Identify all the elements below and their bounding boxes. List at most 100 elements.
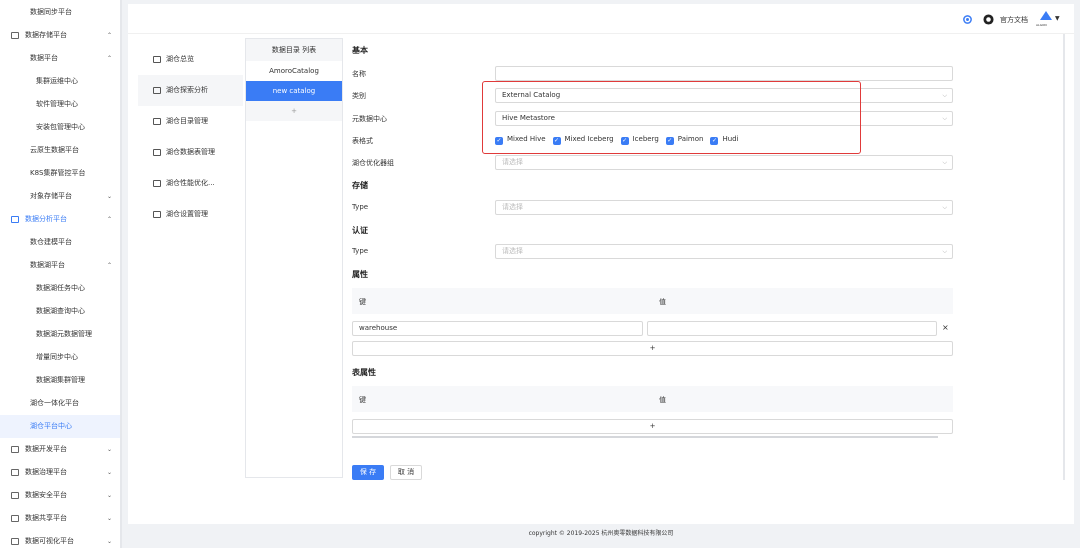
catalog-item-amoro[interactable]: AmoroCatalog [246, 61, 342, 81]
lakehouse-nav-label: 湖仓探索分析 [166, 86, 208, 94]
lakehouse-nav-label: 湖仓目录管理 [166, 117, 208, 125]
add-catalog-button[interactable]: + [246, 101, 342, 121]
lakehouse-nav-label: 湖仓性能优化... [166, 179, 215, 187]
sidebar-item[interactable]: 数据安全平台 ⌄ [0, 484, 122, 507]
chevron-down-icon[interactable]: ⌄ [107, 507, 112, 530]
lakehouse-nav-item[interactable]: 湖仓性能优化... [138, 168, 243, 199]
sidebar-item-label: 数据同步平台 [30, 8, 72, 16]
lakehouse-nav-item[interactable]: 湖仓设置管理 [138, 199, 243, 230]
docs-link[interactable]: 官方文档 [1000, 15, 1028, 25]
chevron-down-icon[interactable]: ⌄ [107, 484, 112, 507]
sidebar-item[interactable]: 数据湖元数据管理 [0, 323, 122, 346]
remove-property-icon[interactable]: × [942, 323, 949, 332]
sidebar-item-label: 数据湖任务中心 [36, 284, 85, 292]
chevron-down-icon[interactable]: ⌄ [107, 185, 112, 208]
sidebar-item[interactable]: 数据湖平台 ⌃ [0, 254, 122, 277]
sidebar-item[interactable]: 软件管理中心 [0, 93, 122, 116]
github-icon[interactable] [983, 14, 994, 25]
chevron-down-icon[interactable]: ⌄ [107, 461, 112, 484]
chevron-up-icon[interactable]: ⌃ [107, 24, 112, 47]
sidebar-item[interactable]: 湖仓平台中心 [0, 415, 122, 438]
sidebar-item[interactable]: 数仓建模平台 [0, 231, 122, 254]
sidebar-item-label: 数据治理平台 [25, 468, 67, 476]
section-table-properties-title: 表属性 [352, 368, 376, 377]
sidebar-item[interactable]: 数据共享平台 ⌄ [0, 507, 122, 530]
chevron-up-icon[interactable]: ⌃ [107, 254, 112, 277]
storage-placeholder: 请选择 [502, 203, 523, 211]
sidebar-item[interactable]: 数据湖集群管理 [0, 369, 122, 392]
eye-toggle-icon[interactable] [962, 14, 973, 25]
sidebar-item-label: 数据平台 [30, 54, 58, 62]
save-button[interactable]: 保 存 [352, 465, 384, 480]
sidebar-item[interactable]: 湖仓一体化平台 [0, 392, 122, 415]
sidebar-item[interactable]: 数据平台 ⌃ [0, 47, 122, 70]
catalog-icon [153, 118, 161, 125]
table-properties-header: 键 值 [352, 386, 953, 412]
lakehouse-nav-item[interactable]: 湖仓数据表管理 [138, 137, 243, 168]
sidebar-item-label: 软件管理中心 [36, 100, 78, 108]
sidebar-item-label: 集群运维中心 [36, 77, 78, 85]
sidebar-item-label: 数仓建模平台 [30, 238, 72, 246]
storage-type-label: Type [352, 203, 369, 211]
sidebar-item-label: 数据可视化平台 [25, 537, 74, 545]
logo-icon [1040, 11, 1052, 20]
add-table-property-button[interactable]: + [352, 419, 953, 434]
user-dropdown-caret-icon[interactable]: ▼ [1055, 15, 1060, 22]
sidebar-item[interactable]: 安装包管理中心 [0, 116, 122, 139]
chevron-up-icon[interactable]: ⌃ [107, 47, 112, 70]
chevron-down-icon: ⌵ [942, 159, 947, 166]
property-value-input[interactable] [647, 321, 937, 336]
chevron-down-icon[interactable]: ⌄ [107, 438, 112, 461]
share-icon [11, 515, 19, 522]
sidebar-item[interactable]: 数据同步平台 [0, 1, 122, 24]
optimizer-group-select[interactable]: 请选择 ⌵ [495, 155, 953, 170]
vertical-scrollbar[interactable] [1063, 34, 1065, 480]
section-storage-title: 存储 [352, 181, 368, 190]
sidebar-item[interactable]: K8S集群管控平台 [0, 162, 122, 185]
lakehouse-nav-item[interactable]: 湖仓总览 [138, 44, 243, 75]
name-input[interactable] [495, 66, 953, 81]
chevron-down-icon[interactable]: ⌄ [107, 530, 112, 548]
highlight-annotation-box [482, 81, 861, 154]
sidebar-item[interactable]: 数据湖任务中心 [0, 277, 122, 300]
type-label: 类别 [352, 92, 366, 100]
sidebar-item-label: 数据湖平台 [30, 261, 65, 269]
key-header: 键 [359, 396, 366, 404]
sidebar-item-label: 对象存储平台 [30, 192, 72, 200]
performance-icon [153, 180, 161, 187]
sidebar-item-label: 数据湖查询中心 [36, 307, 85, 315]
sidebar-item[interactable]: 集群运维中心 [0, 70, 122, 93]
section-basic-title: 基本 [352, 46, 368, 55]
topbar: 官方文档 ALGON ▼ [128, 4, 1074, 34]
database-icon [11, 32, 19, 39]
cancel-button[interactable]: 取 消 [390, 465, 422, 480]
sidebar-item[interactable]: 数据可视化平台 ⌄ [0, 530, 122, 548]
grid-icon [11, 446, 19, 453]
add-property-button[interactable]: + [352, 341, 953, 356]
horizontal-scrollbar[interactable] [352, 436, 938, 438]
property-key-input[interactable]: warehouse [352, 321, 643, 336]
sidebar-item[interactable]: 增量同步中心 [0, 346, 122, 369]
sidebar-item[interactable]: 数据治理平台 ⌄ [0, 461, 122, 484]
sidebar-item-label: 数据共享平台 [25, 514, 67, 522]
sidebar-item[interactable]: 云原生数据平台 [0, 139, 122, 162]
catalog-item-new[interactable]: new catalog [246, 81, 342, 101]
monitor-icon [153, 211, 161, 218]
storage-type-select[interactable]: 请选择 ⌵ [495, 200, 953, 215]
security-icon [11, 492, 19, 499]
sidebar-item[interactable]: 对象存储平台 ⌄ [0, 185, 122, 208]
optimizer-placeholder: 请选择 [502, 158, 523, 166]
chevron-down-icon: ⌵ [942, 92, 947, 99]
sidebar-item[interactable]: 数据湖查询中心 [0, 300, 122, 323]
lakehouse-nav-item[interactable]: 湖仓探索分析 [138, 75, 243, 106]
sidebar-item[interactable]: 数据分析平台 ⌃ [0, 208, 122, 231]
chevron-up-icon[interactable]: ⌃ [107, 208, 112, 231]
sidebar-item[interactable]: 数据存储平台 ⌃ [0, 24, 122, 47]
sidebar-item[interactable]: 数据开发平台 ⌄ [0, 438, 122, 461]
lakehouse-nav-item[interactable]: 湖仓目录管理 [138, 106, 243, 137]
auth-type-label: Type [352, 247, 369, 255]
chart-icon [11, 538, 19, 545]
sidebar: 数据同步平台数据存储平台 ⌃ 数据平台 ⌃ 集群运维中心 软件管理中心安装包管理中心 云原生… [0, 0, 122, 548]
chevron-down-icon: ⌵ [942, 204, 947, 211]
auth-type-select[interactable]: 请选择 ⌵ [495, 244, 953, 259]
